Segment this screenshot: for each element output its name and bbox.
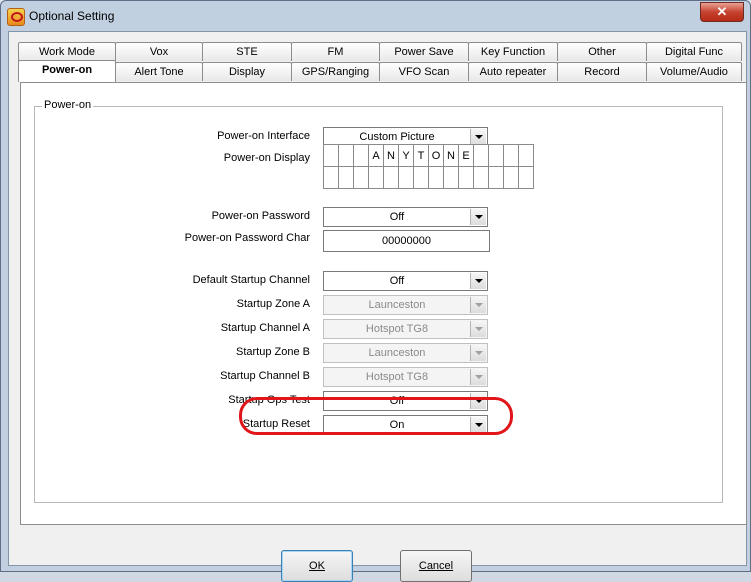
tab-ste[interactable]: STE xyxy=(202,42,292,61)
tab-display[interactable]: Display xyxy=(202,62,292,81)
startup-zone-a-label: Startup Zone A xyxy=(236,298,310,310)
chevron-down-icon xyxy=(470,369,486,385)
display-char-cell[interactable] xyxy=(458,166,474,189)
grid-row-1: ANYTONE xyxy=(323,144,534,167)
display-char-cell[interactable] xyxy=(488,144,504,167)
startup-channel-b-label: Startup Channel B xyxy=(220,370,310,382)
display-char-cell[interactable]: O xyxy=(428,144,444,167)
poweron-password-value: Off xyxy=(389,211,405,223)
ok-button-label: OK xyxy=(309,560,325,572)
display-char-cell[interactable] xyxy=(488,166,504,189)
grid-row-2 xyxy=(323,166,534,189)
chevron-down-icon[interactable] xyxy=(470,209,486,225)
startup-zone-b-label: Startup Zone B xyxy=(236,346,310,358)
group-title: Power-on xyxy=(42,99,94,111)
tab-volume-audio[interactable]: Volume/Audio xyxy=(646,62,742,81)
startup-zone-a-select: Launceston xyxy=(323,295,488,315)
display-char-cell[interactable] xyxy=(518,144,534,167)
poweron-interface-value: Custom Picture xyxy=(359,131,435,143)
display-char-cell[interactable]: N xyxy=(383,144,399,167)
display-char-cell[interactable] xyxy=(428,166,444,189)
startup-channel-b-value: Hotspot TG8 xyxy=(365,371,429,383)
default-startup-channel-label: Default Startup Channel xyxy=(192,274,310,286)
poweron-password-label: Power-on Password xyxy=(211,210,310,222)
tab-work-mode[interactable]: Work Mode xyxy=(18,42,116,61)
display-char-cell[interactable] xyxy=(353,166,369,189)
tab-alert-tone[interactable]: Alert Tone xyxy=(115,62,203,81)
tab-vox[interactable]: Vox xyxy=(115,42,203,61)
annotation-highlight-circle xyxy=(239,397,513,435)
chevron-down-icon xyxy=(470,321,486,337)
startup-zone-a-value: Launceston xyxy=(368,299,426,311)
display-char-cell[interactable] xyxy=(398,166,414,189)
display-char-cell[interactable] xyxy=(383,166,399,189)
default-startup-channel-value: Off xyxy=(389,275,405,287)
display-char-cell[interactable] xyxy=(323,144,339,167)
optional-setting-dialog: Optional Setting ✕ Work Mode Vox STE FM Powe… xyxy=(0,0,751,582)
display-char-cell[interactable] xyxy=(473,166,489,189)
display-char-cell[interactable] xyxy=(323,166,339,189)
tab-record[interactable]: Record xyxy=(557,62,647,81)
cancel-button-label: Cancel xyxy=(418,560,454,572)
poweron-password-select[interactable]: Off xyxy=(323,207,488,227)
poweron-display-grid[interactable]: ANYTONE xyxy=(323,144,534,189)
app-icon xyxy=(7,8,25,26)
display-char-cell[interactable] xyxy=(503,166,519,189)
tab-gps-ranging[interactable]: GPS/Ranging xyxy=(291,62,380,81)
tab-panel-power-on: Power-on Power-on Interface Custom Pictu… xyxy=(20,82,747,525)
poweron-password-char-label: Power-on Password Char xyxy=(184,232,310,244)
chevron-down-icon xyxy=(470,297,486,313)
display-char-cell[interactable] xyxy=(368,166,384,189)
close-button[interactable]: ✕ xyxy=(700,2,744,22)
cancel-button[interactable]: Cancel xyxy=(400,550,472,582)
display-char-cell[interactable] xyxy=(503,144,519,167)
display-char-cell[interactable] xyxy=(353,144,369,167)
display-char-cell[interactable] xyxy=(473,144,489,167)
poweron-display-label: Power-on Display xyxy=(223,152,310,164)
title-bar[interactable]: Optional Setting ✕ xyxy=(1,1,750,31)
display-char-cell[interactable]: N xyxy=(443,144,459,167)
tab-fm[interactable]: FM xyxy=(291,42,380,61)
ok-button[interactable]: OK xyxy=(281,550,353,582)
tab-digital-func[interactable]: Digital Func xyxy=(646,42,742,61)
tab-power-save[interactable]: Power Save xyxy=(379,42,469,61)
tab-key-function[interactable]: Key Function xyxy=(468,42,558,61)
startup-zone-b-select: Launceston xyxy=(323,343,488,363)
chevron-down-icon xyxy=(470,345,486,361)
display-char-cell[interactable]: E xyxy=(458,144,474,167)
poweron-interface-label: Power-on Interface xyxy=(217,130,310,142)
chevron-down-icon[interactable] xyxy=(470,129,486,145)
window-title: Optional Setting xyxy=(29,9,115,23)
dialog-client-area: Work Mode Vox STE FM Power Save Key Function O… xyxy=(8,31,747,582)
tab-vfo-scan[interactable]: VFO Scan xyxy=(379,62,469,81)
startup-channel-a-select: Hotspot TG8 xyxy=(323,319,488,339)
startup-channel-a-label: Startup Channel A xyxy=(220,322,310,334)
display-char-cell[interactable]: Y xyxy=(398,144,414,167)
display-char-cell[interactable] xyxy=(413,166,429,189)
display-char-cell[interactable]: T xyxy=(413,144,429,167)
display-char-cell[interactable] xyxy=(443,166,459,189)
poweron-password-char-input[interactable]: 00000000 xyxy=(323,230,490,252)
display-char-cell[interactable] xyxy=(338,166,354,189)
startup-zone-b-value: Launceston xyxy=(368,347,426,359)
startup-channel-a-value: Hotspot TG8 xyxy=(365,323,429,335)
tab-power-on[interactable]: Power-on xyxy=(18,60,116,82)
default-startup-channel-select[interactable]: Off xyxy=(323,271,488,291)
tab-other[interactable]: Other xyxy=(557,42,647,61)
startup-channel-b-select: Hotspot TG8 xyxy=(323,367,488,387)
display-char-cell[interactable]: A xyxy=(368,144,384,167)
power-on-group: Power-on Power-on Interface Custom Pictu… xyxy=(34,99,723,503)
tab-auto-repeater[interactable]: Auto repeater xyxy=(468,62,558,81)
chevron-down-icon[interactable] xyxy=(470,273,486,289)
display-char-cell[interactable] xyxy=(338,144,354,167)
display-char-cell[interactable] xyxy=(518,166,534,189)
